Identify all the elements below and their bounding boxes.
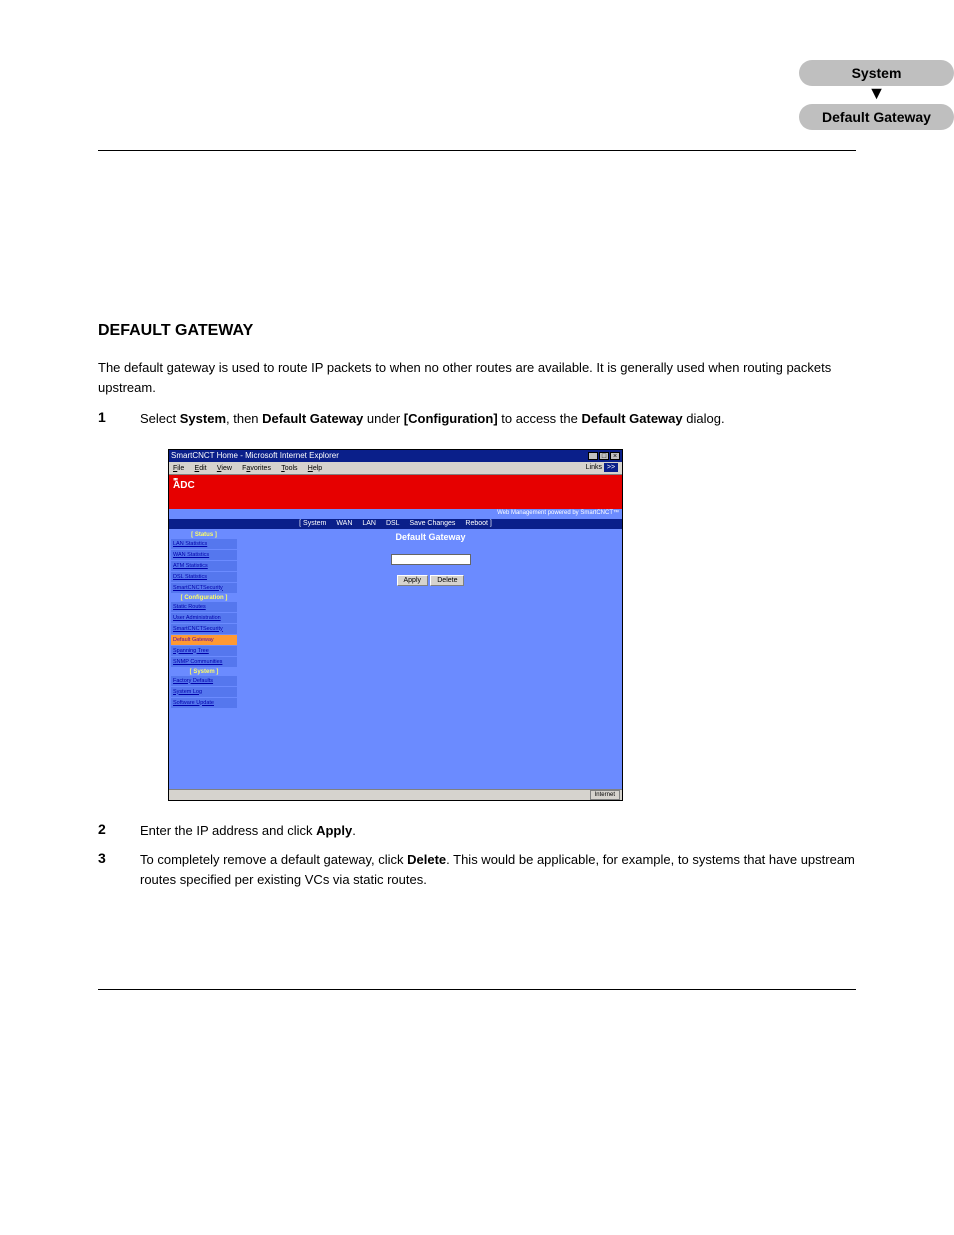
step-1: 1 Select System, then Default Gateway un… (98, 409, 856, 429)
button-row: Apply Delete (239, 575, 622, 586)
sidebar-group-config: [ Configuration ] (171, 594, 237, 602)
menu-help[interactable]: Help (308, 465, 322, 472)
nav-reboot[interactable]: Reboot ] (465, 520, 491, 527)
page-footer-divider (98, 989, 856, 1010)
intro-text: The default gateway is used to route IP … (98, 358, 856, 397)
menus: File Edit View Favorites Tools Help (173, 463, 330, 472)
nav-dsl[interactable]: DSL (386, 520, 400, 527)
nav-lan[interactable]: LAN (362, 520, 376, 527)
sidebar-item-wan-stats[interactable]: WAN Statistics (171, 550, 237, 560)
sidebar-item-software-update[interactable]: Software Update (171, 698, 237, 708)
txt: to access the (498, 411, 582, 426)
step-number: 1 (98, 409, 140, 429)
sidebar-item-atm-stats[interactable]: ATM Statistics (171, 561, 237, 571)
sidebar-item-factory-defaults[interactable]: Factory Defaults (171, 676, 237, 686)
bold: Delete (407, 852, 446, 867)
sidebar-item-system-log[interactable]: System Log (171, 687, 237, 697)
nav-wan[interactable]: WAN (336, 520, 352, 527)
sidebar-group-system: [ System ] (171, 668, 237, 676)
sidebar-item-lan-stats[interactable]: LAN Statistics (171, 539, 237, 549)
sidebar-item-snmp[interactable]: SNMP Communities (171, 657, 237, 667)
page-header-divider (98, 150, 856, 182)
menu-file[interactable]: File (173, 465, 184, 472)
bold: System (180, 411, 226, 426)
status-zone: Internet (590, 790, 620, 800)
links-area: Links >> (586, 463, 618, 472)
sidebar-item-security-1[interactable]: SmartCNCTSecurity (171, 583, 237, 593)
txt: . (352, 823, 356, 838)
app-logo-bar: ''' ADC (169, 475, 622, 509)
ie-statusbar: Internet (169, 789, 622, 800)
step-number: 2 (98, 821, 140, 841)
bold: [Configuration] (404, 411, 498, 426)
menu-favorites[interactable]: Favorites (242, 465, 271, 472)
breadcrumb: System ▼ Default Gateway (799, 60, 954, 130)
links-label[interactable]: Links (586, 464, 602, 471)
section-title: DEFAULT GATEWAY (98, 322, 856, 340)
ie-window: SmartCNCT Home - Microsoft Internet Expl… (168, 449, 623, 801)
gateway-field (239, 554, 622, 565)
minimize-icon[interactable]: _ (588, 452, 598, 460)
maximize-icon[interactable]: □ (599, 452, 609, 460)
txt: Enter the IP address and click (140, 823, 316, 838)
breadcrumb-default-gateway: Default Gateway (799, 104, 954, 130)
txt: To completely remove a default gateway, … (140, 852, 407, 867)
bold: Default Gateway (581, 411, 682, 426)
nav-save[interactable]: Save Changes (410, 520, 456, 527)
close-icon[interactable]: × (610, 452, 620, 460)
apply-button[interactable]: Apply (397, 575, 429, 586)
txt: Select (140, 411, 180, 426)
ie-titlebar: SmartCNCT Home - Microsoft Internet Expl… (169, 450, 622, 462)
delete-button[interactable]: Delete (430, 575, 464, 586)
bold: Apply (316, 823, 352, 838)
sidebar-item-security-2[interactable]: SmartCNCTSecurity (171, 624, 237, 634)
menu-tools[interactable]: Tools (281, 465, 297, 472)
menu-view[interactable]: View (217, 465, 232, 472)
sidebar-item-static-routes[interactable]: Static Routes (171, 602, 237, 612)
step-number: 3 (98, 850, 140, 889)
step-text: Enter the IP address and click Apply. (140, 821, 856, 841)
app-sidebar: [ Status ] LAN Statistics WAN Statistics… (169, 529, 239, 789)
app-main: [ Status ] LAN Statistics WAN Statistics… (169, 529, 622, 789)
txt: , then (226, 411, 262, 426)
sidebar-item-user-admin[interactable]: User Administration (171, 613, 237, 623)
txt: dialog. (683, 411, 725, 426)
menu-edit[interactable]: Edit (195, 465, 207, 472)
app-subheader: Web Management powered by SmartCNCT™ (169, 509, 622, 519)
step-2: 2 Enter the IP address and click Apply. (98, 821, 856, 841)
ie-menubar: File Edit View Favorites Tools Help Link… (169, 462, 622, 475)
sidebar-group-status: [ Status ] (171, 531, 237, 539)
step-3: 3 To completely remove a default gateway… (98, 850, 856, 889)
arrow-down-icon: ▼ (799, 86, 954, 104)
step-text: Select System, then Default Gateway unde… (140, 409, 856, 429)
content-title: Default Gateway (239, 532, 622, 542)
window-title: SmartCNCT Home - Microsoft Internet Expl… (171, 451, 339, 460)
sidebar-item-dsl-stats[interactable]: DSL Statistics (171, 572, 237, 582)
gateway-input[interactable] (391, 554, 471, 565)
window-buttons: _ □ × (588, 452, 620, 460)
sidebar-item-spanning-tree[interactable]: Spanning Tree (171, 646, 237, 656)
app-topnav: [ System WAN LAN DSL Save Changes Reboot… (169, 519, 622, 529)
sidebar-item-default-gateway[interactable]: Default Gateway (171, 635, 237, 645)
screenshot: SmartCNCT Home - Microsoft Internet Expl… (168, 449, 623, 801)
nav-system[interactable]: [ System (299, 520, 326, 527)
bold: Default Gateway (262, 411, 363, 426)
app-content: Default Gateway Apply Delete (239, 529, 622, 789)
logo-text: ADC (173, 480, 195, 491)
txt: under (363, 411, 403, 426)
step-text: To completely remove a default gateway, … (140, 850, 856, 889)
go-button[interactable]: >> (604, 463, 618, 472)
